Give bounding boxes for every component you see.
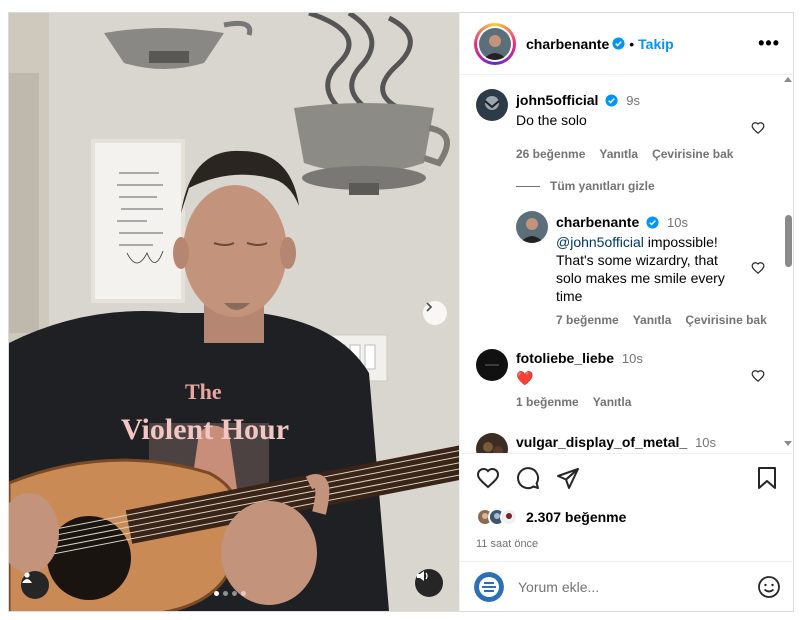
like-comment-heart-icon[interactable] <box>751 261 765 275</box>
slide-dot <box>241 591 246 596</box>
slide-dot <box>223 591 228 596</box>
hide-replies-button[interactable]: Tüm yanıtları gizle <box>516 179 655 193</box>
comment-bubble-icon[interactable] <box>516 466 540 490</box>
like-heart-icon[interactable] <box>476 466 500 490</box>
comment-time[interactable]: 10s <box>695 435 716 450</box>
slide-indicator <box>214 591 246 596</box>
comment-text-line: That's some wizardry, that <box>556 252 718 268</box>
speaker-icon <box>417 571 428 581</box>
reply-line-divider <box>516 185 540 187</box>
svg-text:Violent Hour: Violent Hour <box>121 413 289 446</box>
scroll-up-arrow-icon[interactable] <box>784 77 792 82</box>
see-translation-button[interactable]: Çevirisine bak <box>685 313 766 327</box>
comments-scrollbar[interactable] <box>782 75 794 453</box>
likes-summary[interactable]: 2.307 beğenme <box>476 508 626 526</box>
author-avatar[interactable] <box>474 22 516 65</box>
reply-button[interactable]: Yanıtla <box>633 313 672 327</box>
slide-dot <box>232 591 237 596</box>
avatar-image <box>476 89 508 121</box>
see-translation-button[interactable]: Çevirisine bak <box>652 147 733 161</box>
comment-text-line: impossible! <box>647 234 718 250</box>
reply-button[interactable]: Yanıtla <box>593 395 632 409</box>
liker-avatars <box>476 508 518 526</box>
avatar-image <box>474 571 504 602</box>
scroll-down-arrow-icon[interactable] <box>784 441 792 446</box>
comment-input[interactable] <box>518 578 718 595</box>
avatar-image <box>479 27 511 60</box>
like-comment-heart-icon[interactable] <box>751 121 765 135</box>
slide-dot <box>214 591 219 596</box>
save-bookmark-icon[interactable] <box>756 466 778 490</box>
comment-time[interactable]: 9s <box>626 93 640 108</box>
comment-avatar[interactable] <box>516 211 548 243</box>
author-username[interactable]: charbenante <box>526 36 609 52</box>
comment-username[interactable]: john5official <box>516 92 598 108</box>
current-user-avatar <box>474 571 504 602</box>
post-media-video[interactable]: The Violent Hour <box>9 13 459 611</box>
comment-text: Do the solo <box>516 112 587 128</box>
verified-badge-icon <box>605 94 618 107</box>
post-header: charbenante • Takip ••• <box>460 13 794 75</box>
mention-link[interactable]: @john5official <box>556 234 644 250</box>
post-dialog: The Violent Hour charbenante • Takip •••… <box>8 12 795 612</box>
avatar-image <box>476 349 508 381</box>
avatar <box>500 508 518 526</box>
comment-time[interactable]: 10s <box>667 215 688 230</box>
emoji-smiley-icon[interactable] <box>757 575 781 599</box>
next-slide-button[interactable] <box>423 301 447 325</box>
avatar-image <box>476 433 508 453</box>
comment-like-count[interactable]: 26 beğenme <box>516 147 585 161</box>
comment-text-line: time <box>556 288 583 304</box>
comments-list[interactable]: john5official 9s Do the solo 26 beğenme … <box>460 75 795 453</box>
hide-replies-label: Tüm yanıtları gizle <box>550 179 655 193</box>
like-comment-heart-icon[interactable] <box>751 369 765 383</box>
svg-text:The: The <box>185 379 222 404</box>
avatar-image <box>516 211 548 243</box>
comment-text-line: solo makes me smile every <box>556 270 725 286</box>
comment-avatar[interactable] <box>476 349 508 381</box>
comment-username[interactable]: charbenante <box>556 214 639 230</box>
user-icon <box>22 572 32 583</box>
verified-badge-icon <box>646 216 659 229</box>
mute-toggle-button[interactable] <box>415 569 443 597</box>
post-actions: 2.307 beğenme 11 saat önce <box>460 453 795 563</box>
comment-avatar[interactable] <box>476 89 508 121</box>
tagged-users-button[interactable] <box>21 571 49 599</box>
comment-like-count[interactable]: 1 beğenme <box>516 395 579 409</box>
post-side-panel: charbenante • Takip ••• john5official 9s… <box>459 13 795 611</box>
follow-button[interactable]: Takip <box>638 36 674 52</box>
video-frame-illustration: The Violent Hour <box>9 13 459 611</box>
comment-avatar[interactable] <box>476 433 508 453</box>
comment-text: @john5official impossible! That's some w… <box>556 233 756 305</box>
header-separator: • <box>629 35 635 52</box>
more-options-icon[interactable]: ••• <box>758 33 780 54</box>
chevron-right-icon <box>426 302 433 312</box>
verified-badge-icon <box>612 37 625 50</box>
comment-username[interactable]: vulgar_display_of_metal_ <box>516 434 687 450</box>
reply-button[interactable]: Yanıtla <box>599 147 638 161</box>
comment-username[interactable]: fotoliebe_liebe <box>516 350 614 366</box>
comment-time[interactable]: 10s <box>622 351 643 366</box>
comment-like-count[interactable]: 7 beğenme <box>556 313 619 327</box>
scrollbar-thumb[interactable] <box>785 215 792 267</box>
share-paper-plane-icon[interactable] <box>556 466 580 490</box>
like-count[interactable]: 2.307 beğenme <box>526 509 626 525</box>
add-comment-bar <box>460 561 795 611</box>
post-timestamp[interactable]: 11 saat önce <box>476 538 538 550</box>
comment-text: ❤️ <box>516 370 534 386</box>
